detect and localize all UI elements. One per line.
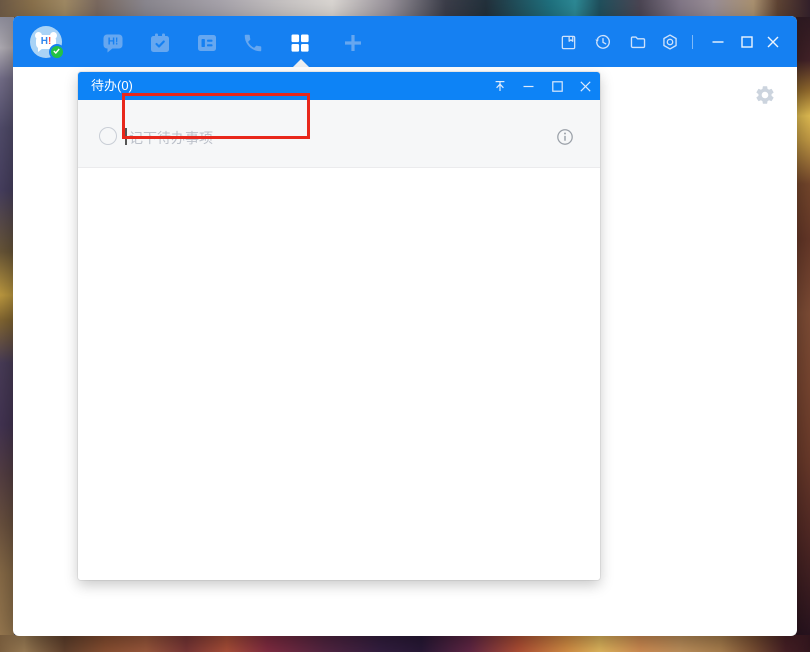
phone-icon[interactable] [239, 29, 267, 57]
check-icon [53, 48, 60, 54]
favorites-icon[interactable] [558, 32, 578, 52]
todo-input[interactable] [127, 124, 306, 152]
popup-anchor-caret [293, 59, 309, 67]
svg-text:H!: H! [108, 37, 119, 48]
avatar[interactable]: H! [30, 26, 62, 58]
gear-icon[interactable] [754, 84, 776, 106]
popup-close-icon[interactable] [576, 76, 594, 96]
apps-grid-icon[interactable] [286, 29, 314, 57]
todo-input-row [78, 100, 600, 168]
history-icon[interactable] [593, 32, 613, 52]
todo-popup: 待办(0) [78, 72, 600, 580]
popup-minimize-icon[interactable] [519, 76, 537, 96]
online-status-badge [49, 44, 65, 60]
close-icon[interactable] [763, 32, 783, 52]
pin-top-icon[interactable] [491, 76, 509, 96]
chat-icon[interactable]: H! [99, 29, 127, 57]
desktop: H! H! [0, 0, 810, 652]
wallpaper-bottom [0, 635, 810, 652]
popup-maximize-icon[interactable] [548, 76, 566, 96]
settings-icon[interactable] [660, 32, 680, 52]
app-titlebar: H! H! [13, 16, 797, 67]
todo-popup-title: 待办(0) [91, 72, 133, 100]
calendar-icon[interactable] [146, 29, 174, 57]
maximize-icon[interactable] [737, 32, 757, 52]
todo-list-empty-area [78, 168, 600, 580]
folder-icon[interactable] [628, 32, 648, 52]
toolbar-divider [692, 35, 693, 49]
wallpaper-top [0, 0, 810, 17]
add-plus-icon[interactable] [339, 29, 367, 57]
info-icon[interactable] [556, 128, 574, 146]
minimize-icon[interactable] [708, 32, 728, 52]
empty-circle-checkbox[interactable] [99, 127, 117, 145]
bubble-tail [38, 48, 43, 52]
wallpaper-left [0, 17, 14, 635]
todo-popup-header[interactable]: 待办(0) [78, 72, 600, 100]
wallpaper-right [796, 17, 810, 635]
news-icon[interactable] [193, 29, 221, 57]
